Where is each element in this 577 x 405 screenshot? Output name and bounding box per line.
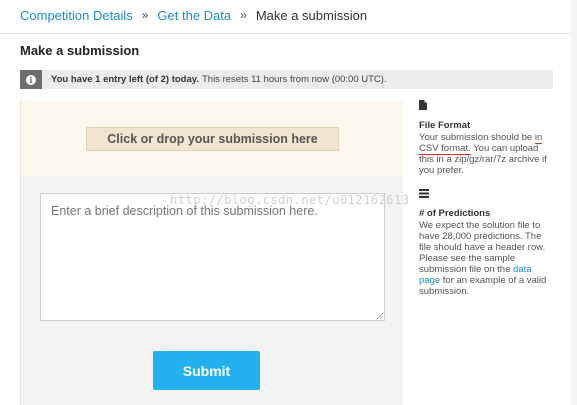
notice-bold-text: You have 1 entry left (of 2) today.: [51, 74, 199, 85]
description-textarea[interactable]: [40, 193, 385, 321]
page-title: Make a submission: [20, 43, 140, 58]
upload-button[interactable]: Click or drop your submission here: [86, 127, 339, 151]
breadcrumb-separator: »: [240, 8, 247, 22]
breadcrumb: Competition Details » Get the Data » Mak…: [20, 6, 367, 24]
header-divider: [0, 33, 577, 34]
file-format-text: Your submission should be in CSV format.…: [419, 132, 547, 176]
list-icon: [419, 189, 429, 198]
info-icon: i: [20, 70, 42, 89]
breadcrumb-get-the-data[interactable]: Get the Data: [157, 8, 231, 23]
breadcrumb-separator: »: [141, 8, 149, 22]
breadcrumb-competition-details[interactable]: Competition Details: [20, 8, 133, 23]
page-edge: [571, 0, 577, 405]
submit-button[interactable]: Submit: [153, 351, 260, 390]
breadcrumb-current: Make a submission: [255, 7, 368, 23]
document-icon: [419, 100, 427, 110]
upload-dropzone[interactable]: Click or drop your submission here: [21, 101, 403, 177]
file-format-title: File Format: [419, 120, 471, 131]
file-format-info: File Format Your submission should be in…: [419, 100, 554, 176]
notice-text: This resets 11 hours from now (00:00 UTC…: [201, 74, 387, 85]
predictions-title: # of Predictions: [419, 208, 491, 219]
predictions-text: We expect the solution file to have 28,0…: [419, 220, 547, 297]
submission-panel: Click or drop your submission here Submi…: [20, 101, 403, 405]
resize-grip-icon[interactable]: [376, 312, 384, 320]
predictions-info: # of Predictions We expect the solution …: [419, 189, 554, 297]
entries-notice: i You have 1 entry left (of 2) today. Th…: [20, 70, 553, 89]
